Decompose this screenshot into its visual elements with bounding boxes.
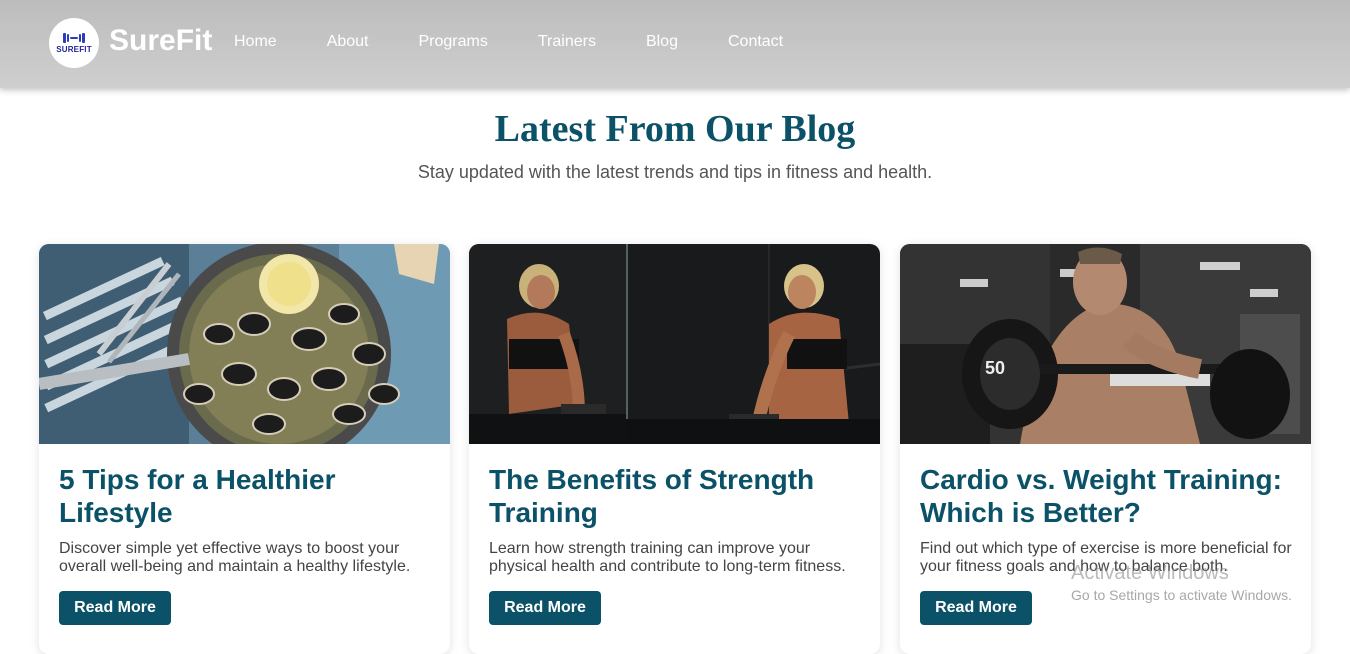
top-navbar: SUREFIT SureFit Home About Programs Trai…	[0, 0, 1350, 88]
dumbbell-icon	[63, 32, 86, 44]
brand-logo[interactable]: SUREFIT	[49, 18, 99, 68]
section-subtitle: Stay updated with the latest trends and …	[417, 162, 933, 182]
main-nav: Home About Programs Trainers Blog Contac…	[234, 33, 783, 51]
post-title[interactable]: The Benefits of Strength Training	[489, 463, 864, 529]
logo-wordmark: SUREFIT	[56, 45, 92, 54]
read-more-button[interactable]: Read More	[920, 591, 1032, 625]
brand-name[interactable]: SureFit	[109, 24, 212, 58]
nav-link-blog[interactable]: Blog	[646, 33, 678, 51]
clams-pan-photo[interactable]	[39, 244, 450, 444]
strength-training-mirror-photo[interactable]	[469, 244, 880, 444]
barbell-curl-photo[interactable]: 50	[900, 244, 1311, 444]
blog-card: 5 Tips for a Healthier Lifestyle Discove…	[39, 244, 450, 654]
read-more-button[interactable]: Read More	[489, 591, 601, 625]
post-excerpt: Learn how strength training can improve …	[489, 540, 846, 575]
svg-text:50: 50	[985, 358, 1005, 378]
blog-card: The Benefits of Strength Training Learn …	[469, 244, 880, 654]
activation-watermark-title: Activate Windows	[1071, 562, 1229, 584]
post-title[interactable]: Cardio vs. Weight Training: Which is Bet…	[920, 463, 1295, 529]
section-title: Latest From Our Blog	[494, 108, 856, 150]
read-more-button[interactable]: Read More	[59, 591, 171, 625]
nav-link-contact[interactable]: Contact	[728, 33, 783, 51]
nav-link-about[interactable]: About	[327, 33, 369, 51]
post-excerpt: Discover simple yet effective ways to bo…	[59, 540, 411, 575]
nav-link-home[interactable]: Home	[234, 33, 277, 51]
activation-watermark-subtitle: Go to Settings to activate Windows.	[1071, 587, 1292, 603]
nav-link-programs[interactable]: Programs	[419, 33, 488, 51]
post-title[interactable]: 5 Tips for a Healthier Lifestyle	[59, 463, 434, 529]
nav-link-trainers[interactable]: Trainers	[538, 33, 596, 51]
